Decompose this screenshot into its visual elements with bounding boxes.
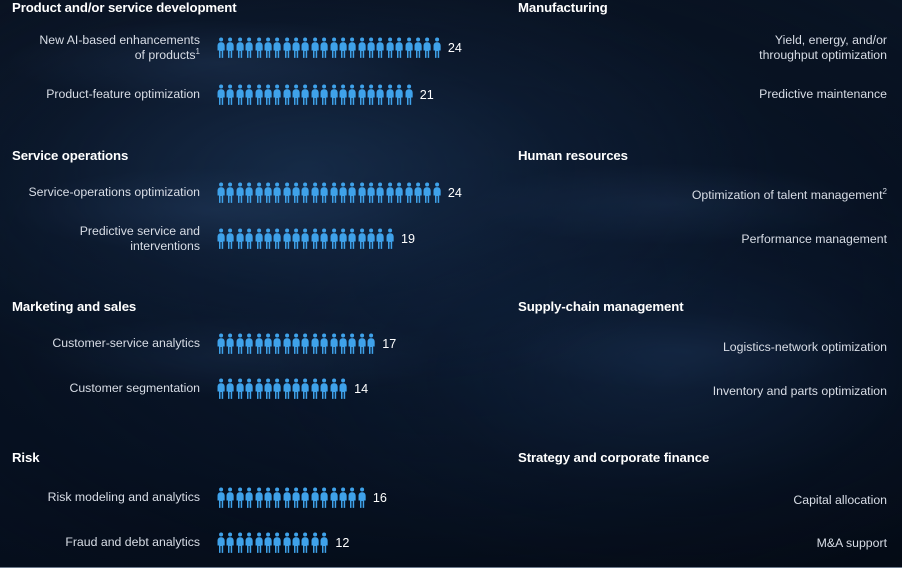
- row-label: Inventory and parts optimization: [712, 384, 887, 399]
- chart-row: Optimization of talent management210: [147, 185, 902, 206]
- group-title: Human resources: [518, 148, 628, 163]
- chart-group: Human resources Optimization of talent ma…: [502, 148, 902, 246]
- chart-group: Product and/or service development New AI…: [0, 0, 502, 105]
- chart-row: M&A support6: [147, 533, 902, 554]
- chart-row: Capital allocation8: [147, 490, 902, 511]
- group-title: Marketing and sales: [12, 299, 137, 314]
- chart-row: Predictive maintenance12: [147, 84, 902, 105]
- chart-row: Inventory and parts optimization9: [147, 381, 902, 402]
- row-label: Yield, energy, and/or throughput optimiz…: [759, 33, 887, 62]
- right-column: Manufacturing Yield, energy, and/or throu…: [502, 0, 902, 568]
- chart-group: Strategy and corporate finance Capital al…: [502, 450, 902, 550]
- chart-group: Service operations Service-operations opt…: [0, 148, 502, 253]
- chart-row: Logistics-network optimization9: [147, 337, 902, 358]
- chart-row: Performance management7: [147, 229, 902, 250]
- group-title: Service operations: [12, 148, 129, 163]
- chart-group: Risk Risk modeling and analytics 16 Fraud a…: [0, 450, 502, 553]
- pictogram-chart: Product and/or service development New AI…: [0, 0, 902, 568]
- group-title: Product and/or service development: [12, 0, 237, 15]
- row-label: Predictive maintenance: [759, 87, 887, 102]
- group-title: Strategy and corporate finance: [518, 450, 710, 465]
- chart-group: Manufacturing Yield, energy, and/or throu…: [502, 0, 902, 101]
- footnote-marker: 2: [882, 187, 887, 197]
- row-label: Capital allocation: [793, 493, 887, 508]
- group-title: Manufacturing: [518, 0, 608, 15]
- group-title: Risk: [12, 450, 40, 465]
- chart-group: Marketing and sales Customer-service anal…: [0, 299, 502, 399]
- row-label: M&A support: [816, 536, 887, 551]
- chart-row: Yield, energy, and/or throughput optimiz…: [147, 33, 902, 62]
- row-label: Optimization of talent management2: [691, 187, 887, 203]
- chart-group: Supply-chain management Logistics-network…: [502, 299, 902, 398]
- group-title: Supply-chain management: [518, 299, 684, 314]
- row-label: Logistics-network optimization: [722, 340, 887, 355]
- row-label: Performance management: [741, 232, 887, 247]
